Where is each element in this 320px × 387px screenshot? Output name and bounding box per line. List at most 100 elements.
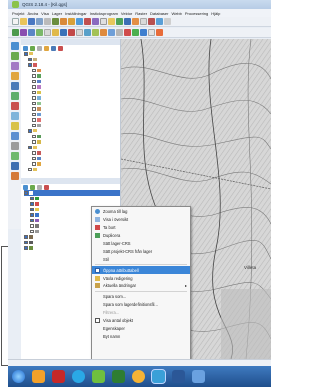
digitize-icon[interactable]	[68, 29, 75, 36]
help-icon[interactable]	[164, 18, 171, 25]
photos-taskbar-icon[interactable]	[192, 370, 205, 383]
menu-raster[interactable]: Raster	[135, 11, 147, 16]
manage-visibility-icon[interactable]	[37, 45, 42, 51]
zoom-in-icon[interactable]	[60, 18, 67, 25]
paste-icon[interactable]	[116, 29, 123, 36]
menu-item-current-edits[interactable]: Aktuella ändringar ▸	[92, 282, 190, 290]
menu-installningar[interactable]: Inställningar	[65, 11, 87, 16]
menu-lager[interactable]: Lager	[52, 11, 62, 16]
layer-checkbox[interactable]	[30, 213, 34, 217]
zoom-layer-icon[interactable]	[84, 18, 91, 25]
layer-checkbox[interactable]	[30, 229, 34, 233]
refresh-icon[interactable]	[100, 18, 107, 25]
cut-icon[interactable]	[100, 29, 107, 36]
new-gpkg-icon[interactable]	[10, 162, 19, 170]
browser-filter-icon[interactable]	[37, 184, 42, 190]
layer-checkbox[interactable]	[32, 156, 36, 160]
menu-item-toggle-editing[interactable]: Växla redigering	[92, 274, 190, 282]
menu-item-style[interactable]: Stil	[92, 255, 190, 263]
layer-checkbox[interactable]	[32, 140, 36, 144]
delete-selected-icon[interactable]	[92, 29, 99, 36]
virtual-layer-icon[interactable]	[10, 172, 19, 180]
add-vector-icon[interactable]	[12, 29, 19, 36]
add-wms-icon[interactable]	[44, 29, 51, 36]
add-layer-icon[interactable]	[10, 42, 19, 50]
file-explorer-icon[interactable]	[32, 370, 45, 383]
layer-checkbox[interactable]	[32, 112, 36, 116]
add-wfs-icon[interactable]	[10, 132, 19, 140]
layer-checkbox[interactable]	[32, 162, 36, 166]
menu-item-save-layer-definition[interactable]: Spara som lagerdefinitionsfil...	[92, 301, 190, 309]
layer-checkbox[interactable]	[24, 246, 28, 250]
internet-explorer-icon[interactable]	[72, 370, 85, 383]
qgis-taskbar-icon[interactable]	[92, 370, 105, 383]
layer-checkbox[interactable]	[24, 240, 28, 244]
move-feature-icon[interactable]	[76, 29, 83, 36]
layer-checkbox[interactable]	[24, 235, 28, 239]
layer-checkbox[interactable]	[30, 202, 34, 206]
attribute-table-icon[interactable]	[124, 18, 131, 25]
label-icon[interactable]	[124, 29, 131, 36]
menu-item-remove[interactable]: Ta bort	[92, 224, 190, 232]
new-project-icon[interactable]	[12, 18, 19, 25]
menu-insticksprogram[interactable]: Insticksprogram	[90, 11, 118, 16]
open-project-icon[interactable]	[20, 18, 27, 25]
layer-checkbox[interactable]	[32, 107, 36, 111]
browser-add-icon[interactable]	[23, 184, 28, 190]
add-postgis-side-icon[interactable]	[10, 82, 19, 90]
layer-checkbox[interactable]	[32, 90, 36, 94]
filter-legend-icon[interactable]	[44, 45, 49, 51]
save-project-icon[interactable]	[28, 18, 35, 25]
add-raster-icon[interactable]	[20, 29, 27, 36]
open-styling-icon[interactable]	[23, 45, 28, 51]
browser-collapse-icon[interactable]	[44, 184, 49, 190]
add-raster-side-icon[interactable]	[10, 62, 19, 70]
copy-icon[interactable]	[108, 29, 115, 36]
menu-item-show-feature-count[interactable]: Visa antal objekt	[92, 317, 190, 325]
layer-checkbox[interactable]	[32, 123, 36, 127]
label-change-icon[interactable]	[148, 29, 155, 36]
layer-checkbox[interactable]	[32, 74, 36, 78]
layer-checkbox[interactable]	[28, 167, 32, 171]
menu-hjalp[interactable]: Hjälp	[211, 11, 220, 16]
layer-checkbox[interactable]	[24, 52, 28, 56]
layer-checkbox[interactable]	[28, 129, 32, 133]
add-spatialite-side-icon[interactable]	[10, 92, 19, 100]
layer-checkbox[interactable]	[28, 57, 32, 61]
add-group-icon[interactable]	[30, 45, 35, 51]
add-mssql-icon[interactable]	[10, 102, 19, 110]
add-postgis-icon[interactable]	[28, 29, 35, 36]
layer-checkbox[interactable]	[32, 68, 36, 72]
layer-checkbox[interactable]	[32, 85, 36, 89]
menu-webb[interactable]: Webb	[172, 11, 182, 16]
menu-item-properties[interactable]: Egenskaper	[92, 324, 190, 332]
layer-checkbox[interactable]	[30, 218, 34, 222]
browser-refresh-icon[interactable]	[30, 184, 35, 190]
collapse-all-icon[interactable]	[58, 45, 63, 51]
layer-checkbox[interactable]	[32, 96, 36, 100]
menu-databaser[interactable]: Databaser	[150, 11, 168, 16]
label-rotate-icon[interactable]	[140, 29, 147, 36]
layer-checkbox[interactable]	[32, 151, 36, 155]
layer-checkbox[interactable]	[32, 79, 36, 83]
pan-icon[interactable]	[52, 18, 59, 25]
add-delimited-icon[interactable]	[10, 52, 19, 60]
zoom-full-icon[interactable]	[76, 18, 83, 25]
expand-all-icon[interactable]	[51, 45, 56, 51]
node-tool-icon[interactable]	[84, 29, 91, 36]
app-taskbar-icon[interactable]	[112, 370, 125, 383]
menu-vektor[interactable]: Vektor	[121, 11, 132, 16]
plugin-icon[interactable]	[156, 29, 163, 36]
menu-projekt[interactable]: Projekt	[12, 11, 24, 16]
save-as-icon[interactable]	[36, 18, 43, 25]
add-spatialite-icon[interactable]	[36, 29, 43, 36]
layer-checkbox[interactable]	[32, 101, 36, 105]
menu-item-save-as[interactable]: Spara som...	[92, 293, 190, 301]
qgis-window-taskbar-icon[interactable]	[151, 369, 166, 384]
menu-item-duplicate[interactable]: Duplicera	[92, 232, 190, 240]
word-taskbar-icon[interactable]	[172, 370, 185, 383]
layer-tree-row[interactable]	[24, 167, 120, 173]
new-shapefile-icon[interactable]	[10, 142, 19, 150]
select-icon[interactable]	[116, 18, 123, 25]
layer-checkbox[interactable]	[24, 191, 28, 195]
